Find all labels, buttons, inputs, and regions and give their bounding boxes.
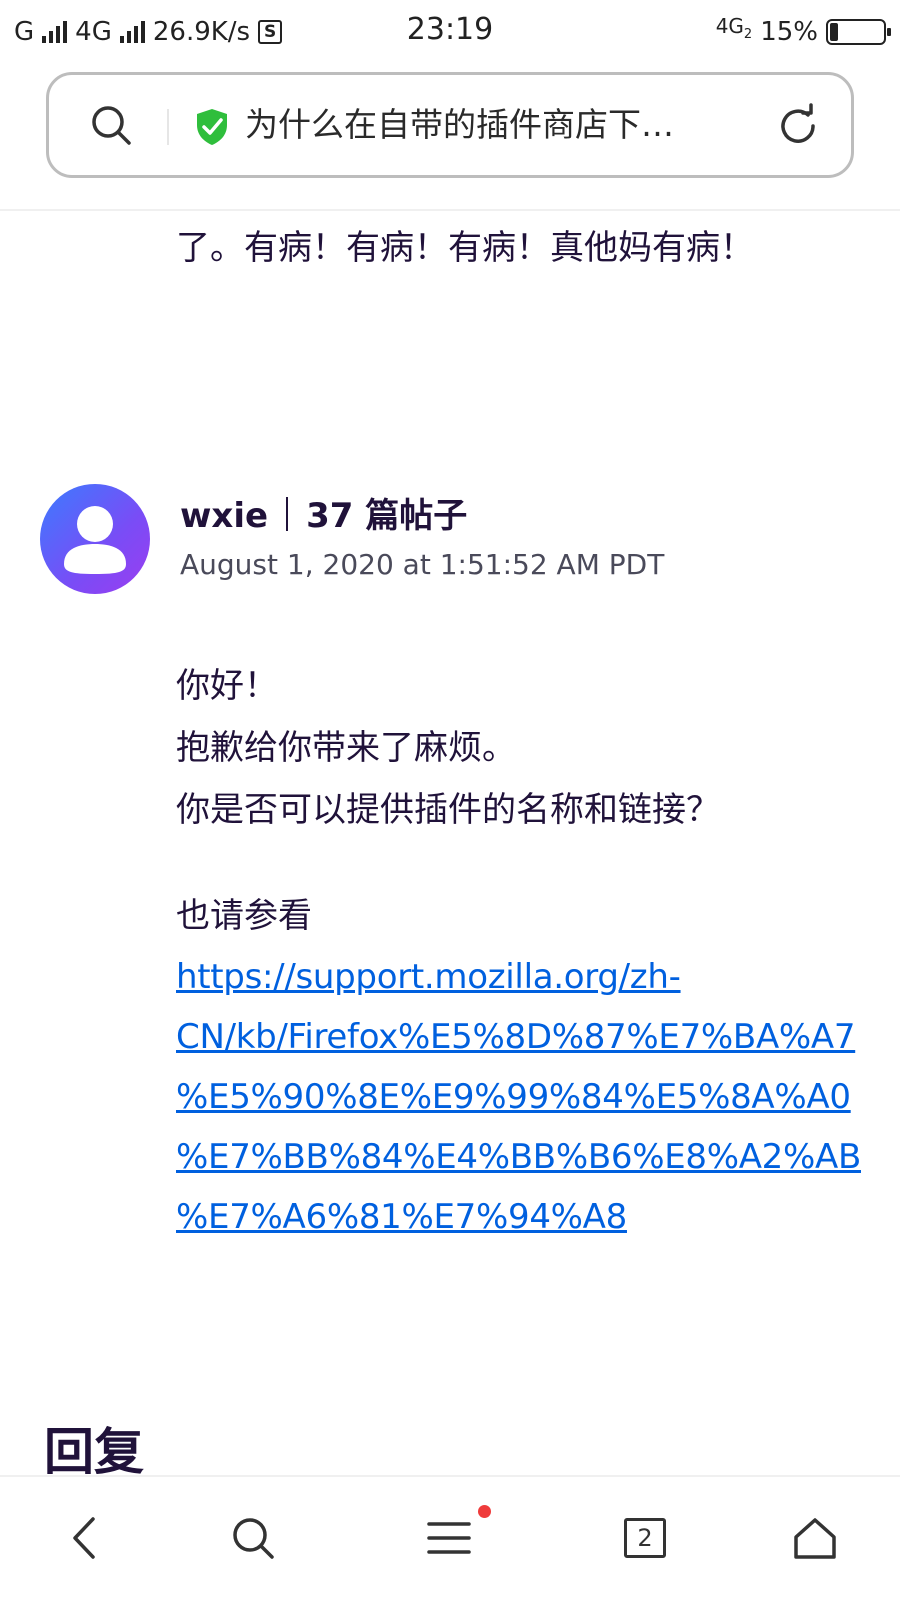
notification-dot (478, 1505, 491, 1518)
page-title[interactable]: 为什么在自带的插件商店下… (245, 99, 745, 151)
tabs-icon[interactable]: 2 (620, 1513, 670, 1563)
battery-icon (826, 19, 891, 45)
shield-check-icon[interactable] (195, 107, 229, 151)
divider (0, 209, 900, 211)
post-count: 37 篇帖子 (306, 496, 468, 536)
see-also-label: 也请参看 (176, 896, 312, 936)
divider (167, 109, 169, 145)
link-line[interactable]: %E7%A6%81%E7%94%A8 (176, 1187, 900, 1247)
link-line[interactable]: https://support.mozilla.org/zh- (176, 947, 900, 1007)
home-icon[interactable] (790, 1513, 840, 1563)
avatar[interactable] (40, 484, 150, 594)
network-type: 4G2 (715, 13, 753, 42)
user-icon (64, 506, 126, 574)
back-icon[interactable] (60, 1513, 110, 1563)
battery-percent: 15% (760, 17, 818, 47)
reply-heading: 回复 (44, 1423, 144, 1481)
search-icon[interactable] (89, 103, 133, 151)
support-link[interactable]: https://support.mozilla.org/zh- CN/kb/Fi… (176, 947, 900, 1247)
link-line[interactable]: %E5%90%8E%E9%99%84%E5%8A%A0 (176, 1067, 900, 1127)
link-line[interactable]: CN/kb/Firefox%E5%8D%87%E7%BA%A7 (176, 1007, 900, 1067)
address-bar[interactable]: 为什么在自带的插件商店下… (46, 72, 854, 178)
link-line[interactable]: %E7%BB%84%E4%BB%B6%E8%A2%AB (176, 1127, 900, 1187)
previous-post-text: 了。有病！有病！有病！真他妈有病！ (176, 228, 754, 268)
tab-count[interactable]: 2 (624, 1518, 666, 1558)
reload-icon[interactable] (775, 103, 821, 153)
status-bar: G 4G 26.9K/s S 23:19 4G2 15% (0, 0, 900, 64)
search-icon[interactable] (228, 1513, 278, 1563)
post-line: 你好！ (176, 666, 278, 706)
status-right: 4G2 15% (715, 13, 891, 50)
author-name[interactable]: wxie (180, 496, 268, 536)
separator (286, 497, 289, 531)
post-body: 你好！ 抱歉给你带来了麻烦。 你是否可以提供插件的名称和链接？ 也请参看 htt… (176, 655, 900, 1247)
post-line: 你是否可以提供插件的名称和链接？ (176, 790, 720, 830)
post-date: August 1, 2020 at 1:51:52 AM PDT (180, 548, 665, 581)
menu-icon[interactable] (424, 1513, 474, 1563)
bottom-nav: 2 (0, 1475, 900, 1600)
post-line: 抱歉给你带来了麻烦。 (176, 728, 516, 768)
author-line: wxie 37 篇帖子 (180, 490, 467, 542)
